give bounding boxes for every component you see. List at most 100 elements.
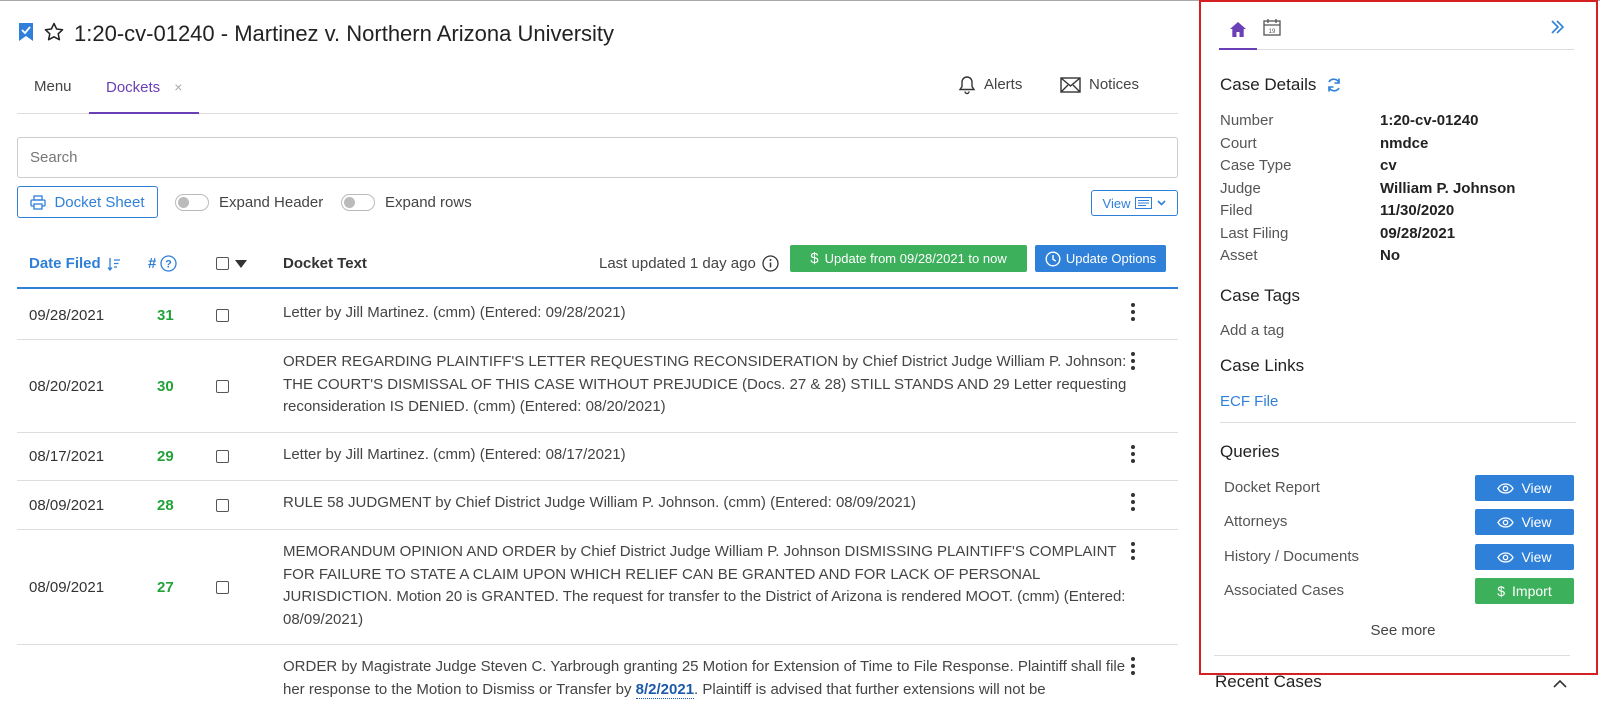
row-text: Letter by Jill Martinez. (cmm) (Entered:… (283, 304, 626, 321)
more-options-icon[interactable] (1127, 352, 1139, 370)
eye-icon (1497, 482, 1515, 494)
query-row: History / Documents View (1224, 544, 1574, 570)
more-options-icon[interactable] (1127, 303, 1139, 321)
add-tag-input[interactable]: Add a tag (1220, 322, 1284, 339)
row-checkbox[interactable] (216, 308, 229, 322)
detail-key: Asset (1220, 247, 1258, 264)
update-button[interactable]: $ Update from 09/28/2021 to now (790, 245, 1027, 272)
more-options-icon[interactable] (1127, 445, 1139, 463)
table-row: 08/20/2021 30 ORDER REGARDING PLAINTIFF'… (17, 340, 1178, 433)
view-dropdown[interactable]: View (1091, 190, 1178, 216)
expand-rows-toggle[interactable]: Expand rows (341, 193, 472, 211)
recent-cases-title[interactable]: Recent Cases (1215, 672, 1322, 692)
see-more-link[interactable]: See more (1201, 622, 1600, 639)
row-checkbox-cell (216, 481, 229, 529)
panel-tab-calendar[interactable]: 19 (1263, 18, 1281, 41)
date-filed-label: Date Filed (29, 254, 101, 272)
panel-tab-home[interactable] (1219, 10, 1257, 50)
detail-case-type: Case Type cv (1220, 157, 1580, 179)
detail-key: Case Type (1220, 157, 1292, 174)
refresh-icon[interactable] (1326, 77, 1342, 93)
query-label: Attorneys (1224, 513, 1288, 530)
row-number-link[interactable]: 31 (157, 291, 174, 339)
query-row: Attorneys View (1224, 509, 1574, 535)
row-checkbox-cell (216, 433, 229, 480)
expand-rows-label: Expand rows (385, 193, 472, 211)
expand-header-switch[interactable] (175, 193, 209, 211)
view-label: View (1102, 195, 1131, 211)
query-label: Docket Report (1224, 479, 1320, 496)
alerts-label: Alerts (984, 76, 1023, 93)
row-checkbox[interactable] (216, 450, 229, 463)
row-number-link[interactable]: 28 (157, 481, 174, 529)
expand-rows-switch[interactable] (341, 193, 375, 211)
alerts-button[interactable]: Alerts (958, 64, 1022, 106)
row-text-part: . Plaintiff is advised that further exte… (694, 680, 1046, 698)
envelope-icon (1060, 77, 1081, 93)
more-options-icon[interactable] (1127, 657, 1139, 675)
caret-down-icon[interactable] (235, 259, 247, 268)
query-label: History / Documents (1224, 548, 1360, 565)
bookmark-icon[interactable] (18, 22, 34, 47)
expand-header-toggle[interactable]: Expand Header (175, 193, 323, 211)
row-text: RULE 58 JUDGMENT by Chief District Judge… (283, 494, 917, 511)
row-text: ORDER by Magistrate Judge Steven C. Yarb… (283, 656, 1128, 701)
number-label: # (148, 254, 157, 272)
row-text: Letter by Jill Martinez. (cmm) (Entered:… (283, 446, 626, 463)
update-options-button[interactable]: Update Options (1035, 245, 1166, 272)
chevron-up-icon[interactable] (1553, 675, 1567, 693)
search-input[interactable] (17, 137, 1178, 178)
row-date: 08/09/2021 (29, 496, 105, 514)
row-checkbox[interactable] (216, 580, 229, 594)
detail-judge: Judge William P. Johnson (1220, 180, 1580, 202)
tab-dockets[interactable]: Dockets × (89, 64, 199, 114)
row-checkbox[interactable] (216, 379, 229, 393)
row-date: 08/17/2021 (29, 448, 105, 465)
help-icon[interactable]: ? (160, 255, 177, 272)
docket-sheet-button[interactable]: Docket Sheet (17, 186, 158, 218)
printer-icon (30, 194, 47, 210)
detail-value: nmdce (1380, 135, 1429, 152)
row-checkbox[interactable] (216, 498, 229, 512)
number-header[interactable]: # ? (148, 240, 177, 287)
query-label: Associated Cases (1224, 582, 1345, 599)
row-number-link[interactable]: 27 (157, 530, 174, 644)
collapse-panel-button[interactable] (1550, 20, 1565, 39)
ecf-file-link[interactable]: ECF File (1220, 393, 1278, 410)
info-icon[interactable] (762, 255, 779, 272)
notices-button[interactable]: Notices (1060, 64, 1139, 106)
detail-number: Number 1:20-cv-01240 (1220, 112, 1580, 134)
case-side-panel: 19 Case Details Number 1:20-cv-01240 Cour… (1196, 0, 1600, 709)
detail-key: Court (1220, 135, 1257, 152)
more-options-icon[interactable] (1127, 493, 1139, 511)
view-attorneys-button[interactable]: View (1475, 509, 1574, 535)
view-docket-report-button[interactable]: View (1475, 475, 1574, 501)
row-number-link[interactable]: 29 (157, 433, 174, 480)
select-all-control[interactable] (216, 240, 247, 287)
detail-value: 1:20-cv-01240 (1380, 112, 1479, 129)
detail-last-filing: Last Filing 09/28/2021 (1220, 225, 1580, 247)
select-all-checkbox[interactable] (216, 257, 229, 270)
detail-value: 09/28/2021 (1380, 225, 1456, 242)
expand-header-label: Expand Header (219, 193, 324, 211)
case-tags-title: Case Tags (1220, 286, 1301, 305)
list-icon (1135, 197, 1153, 209)
row-checkbox-cell (216, 291, 229, 339)
date-filed-header[interactable]: Date Filed (29, 240, 121, 287)
more-options-icon[interactable] (1127, 542, 1139, 560)
import-associated-cases-button[interactable]: $ Import (1475, 578, 1574, 604)
app-root: 1:20-cv-01240 - Martinez v. Northern Ari… (0, 0, 1600, 709)
notices-label: Notices (1089, 76, 1140, 93)
case-links-title: Case Links (1220, 356, 1305, 375)
eye-icon (1497, 516, 1515, 528)
view-label: View (1521, 514, 1552, 530)
tab-menu[interactable]: Menu (34, 64, 72, 114)
star-icon[interactable] (44, 22, 64, 47)
row-number-link[interactable]: 30 (157, 340, 174, 432)
view-history-documents-button[interactable]: View (1475, 544, 1574, 570)
deadline-date-link[interactable]: 8/2/2021 (635, 680, 695, 699)
table-row: 08/17/2021 29 Letter by Jill Martinez. (… (17, 433, 1178, 481)
close-tab-icon[interactable]: × (174, 79, 182, 95)
docket-text-label: Docket Text (283, 254, 367, 272)
detail-filed: Filed 11/30/2020 (1220, 202, 1580, 224)
